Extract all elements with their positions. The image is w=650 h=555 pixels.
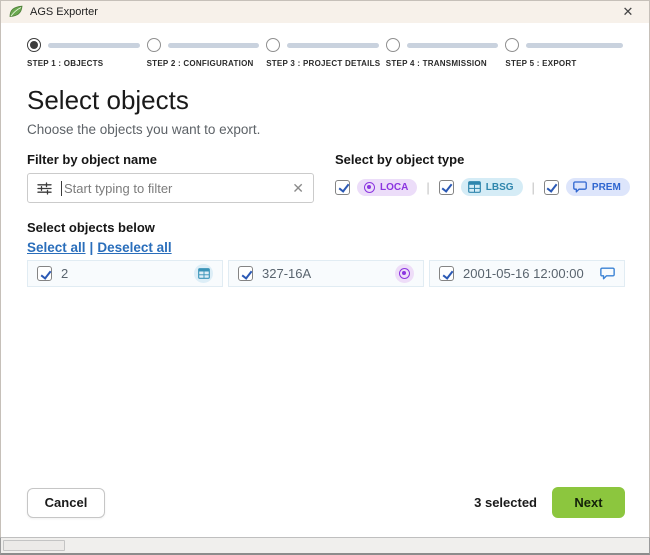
divider: | xyxy=(532,180,535,195)
selected-count: 3 selected xyxy=(474,495,537,510)
comment-icon xyxy=(600,267,615,280)
window-title: AGS Exporter xyxy=(30,6,98,18)
step-connector xyxy=(407,43,499,48)
step-5-circle[interactable] xyxy=(505,38,519,52)
filter-label: Filter by object name xyxy=(27,152,314,167)
object-cell-loca[interactable]: 327-16A xyxy=(228,260,424,287)
loca-type-checkbox[interactable] xyxy=(335,180,350,195)
step-4-label: STEP 4 : TRANSMISSION xyxy=(386,59,506,68)
loca-badge: LOCA xyxy=(357,179,417,196)
step-connector xyxy=(168,43,260,48)
step-3-project-details[interactable]: STEP 3 : PROJECT DETAILS xyxy=(266,38,386,68)
cancel-button[interactable]: Cancel xyxy=(27,488,105,518)
filter-input[interactable] xyxy=(64,181,286,196)
step-1-circle[interactable] xyxy=(27,38,41,52)
comment-icon xyxy=(573,181,587,193)
wizard-stepper: STEP 1 : OBJECTS STEP 2 : CONFIGURATION … xyxy=(27,38,625,68)
select-objects-label: Select objects below xyxy=(27,220,625,235)
object-cell-lbsg[interactable]: 2 xyxy=(27,260,223,287)
clear-filter-icon[interactable]: ✕ xyxy=(292,180,304,197)
text-caret xyxy=(61,181,62,196)
object-checkbox[interactable] xyxy=(37,266,52,281)
lbsg-badge: LBSG xyxy=(461,178,523,196)
table-icon xyxy=(468,181,481,193)
dialog-body: STEP 1 : OBJECTS STEP 2 : CONFIGURATION … xyxy=(0,23,650,537)
divider: | xyxy=(426,180,429,195)
app-leaf-icon xyxy=(9,5,23,18)
title-bar: AGS Exporter ✕ xyxy=(0,0,650,23)
step-connector xyxy=(287,43,379,48)
step-2-circle[interactable] xyxy=(147,38,161,52)
parent-status-bar xyxy=(0,537,650,555)
object-label: 2001-05-16 12:00:00 xyxy=(463,266,591,281)
prem-badge: PREM xyxy=(566,178,630,196)
divider: | xyxy=(90,240,94,255)
step-1-label: STEP 1 : OBJECTS xyxy=(27,59,147,68)
page-subtitle: Choose the objects you want to export. xyxy=(27,121,625,138)
step-3-circle[interactable] xyxy=(266,38,280,52)
filter-sliders-icon xyxy=(37,182,52,195)
object-checkbox[interactable] xyxy=(439,266,454,281)
selection-links: Select all |Deselect all xyxy=(27,240,625,255)
table-icon xyxy=(194,264,213,283)
step-5-label: STEP 5 : EXPORT xyxy=(505,59,625,68)
step-4-circle[interactable] xyxy=(386,38,400,52)
object-label: 327-16A xyxy=(262,266,386,281)
close-icon[interactable]: ✕ xyxy=(615,0,641,23)
prem-type-checkbox[interactable] xyxy=(544,180,559,195)
step-5-export[interactable]: STEP 5 : EXPORT xyxy=(505,38,625,68)
status-bar-panel xyxy=(3,540,65,551)
ags-exporter-window: AGS Exporter ✕ STEP 1 : OBJECTS STEP 2 :… xyxy=(0,0,650,555)
page-title: Select objects xyxy=(27,85,625,116)
target-icon xyxy=(364,182,375,193)
target-icon xyxy=(395,264,414,283)
deselect-all-link[interactable]: Deselect all xyxy=(97,240,171,255)
select-all-link[interactable]: Select all xyxy=(27,240,86,255)
lbsg-type-checkbox[interactable] xyxy=(439,180,454,195)
step-connector xyxy=(526,43,623,48)
object-label: 2 xyxy=(61,266,185,281)
object-cell-prem[interactable]: 2001-05-16 12:00:00 xyxy=(429,260,625,287)
object-type-label: Select by object type xyxy=(335,152,630,167)
step-1-objects[interactable]: STEP 1 : OBJECTS xyxy=(27,38,147,68)
step-3-label: STEP 3 : PROJECT DETAILS xyxy=(266,59,386,68)
object-checkbox[interactable] xyxy=(238,266,253,281)
step-2-label: STEP 2 : CONFIGURATION xyxy=(147,59,267,68)
dialog-footer: Cancel 3 selected Next xyxy=(27,487,625,518)
step-connector xyxy=(48,43,140,48)
filter-input-container[interactable]: ✕ xyxy=(27,173,314,203)
objects-row: 2 327-16A 2001-05 xyxy=(27,260,625,287)
step-2-configuration[interactable]: STEP 2 : CONFIGURATION xyxy=(147,38,267,68)
step-4-transmission[interactable]: STEP 4 : TRANSMISSION xyxy=(386,38,506,68)
object-type-row: LOCA | LBSG | xyxy=(335,178,630,196)
next-button[interactable]: Next xyxy=(552,487,625,518)
